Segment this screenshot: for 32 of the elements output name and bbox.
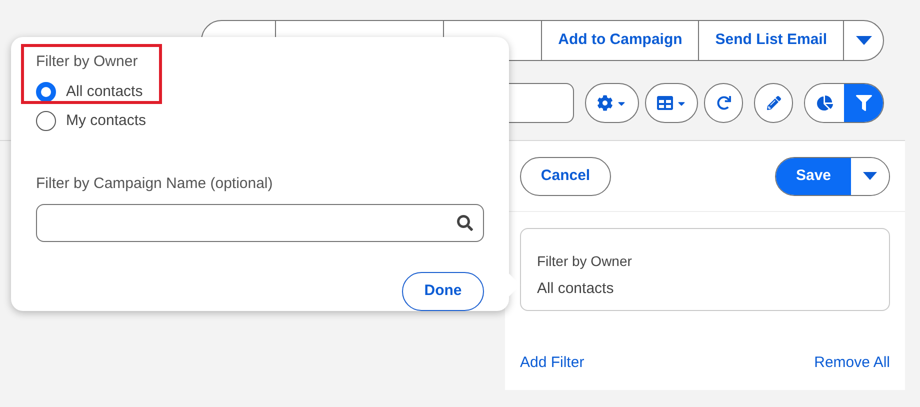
save-button[interactable]: Save [776,158,851,194]
settings-button[interactable] [585,83,639,123]
toolbar-button[interactable]: Send List Email [699,21,844,60]
pencil-icon [766,96,780,110]
table-view-button[interactable] [645,83,698,123]
filter-value: All contacts [537,279,614,299]
remove-all-link[interactable]: Remove All [814,352,890,374]
refresh-button[interactable] [704,83,743,123]
filter-card[interactable]: Filter by Owner All contacts [520,228,890,311]
done-button[interactable]: Done [402,272,484,311]
refresh-icon [716,96,730,110]
campaign-search-field[interactable] [36,204,484,242]
owner-option[interactable]: All contacts [36,80,484,103]
owner-label: Filter by Owner [36,52,139,72]
toolbar-button[interactable]: Add to Campaign [542,21,700,60]
cancel-button[interactable]: Cancel [520,156,611,196]
owner-option[interactable]: My contacts [36,110,484,132]
chart-view-button[interactable] [805,84,844,122]
add-filter-link[interactable]: Add Filter [520,352,584,374]
settings-icon [597,95,613,111]
filter-button[interactable] [844,84,883,122]
filter-title: Filter by Owner [537,252,632,271]
radio-button[interactable] [36,111,56,132]
table-icon [656,95,672,111]
campaign-label: Filter by Campaign Name (optional) [36,174,274,194]
caret-icon [856,36,872,45]
filter-icon [856,95,872,111]
radio-button[interactable] [36,82,56,102]
search-icon [457,215,473,231]
edit-button[interactable] [754,83,793,123]
pie-chart-icon [816,95,832,111]
caret-icon [863,172,877,180]
